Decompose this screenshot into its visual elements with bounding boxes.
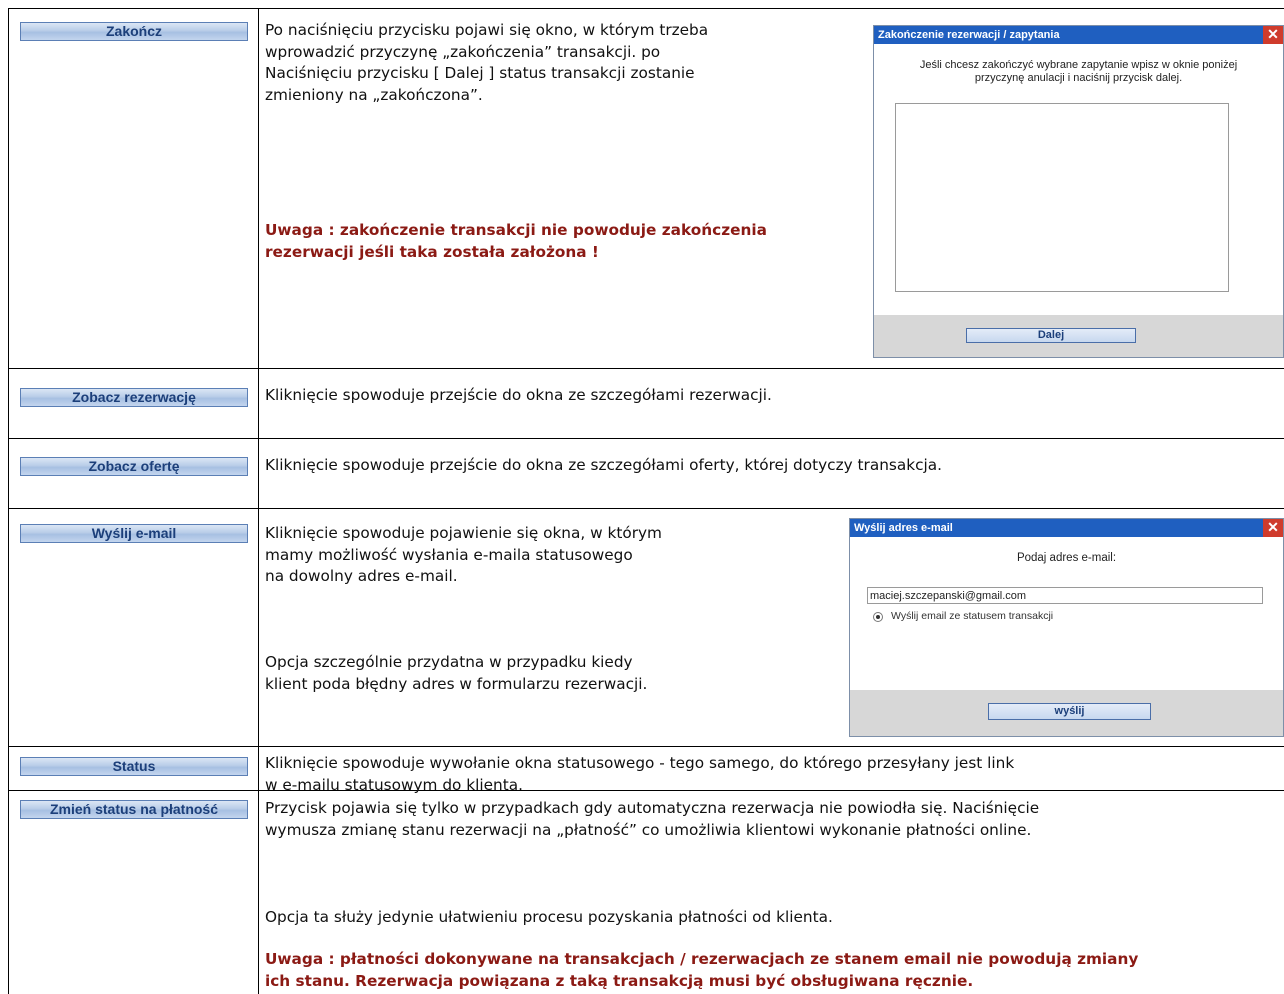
close-icon[interactable]: ✕ (1263, 519, 1283, 537)
row-divider (8, 438, 1284, 439)
view-reservation-description: Kliknięcie spowoduje przejście do okna z… (265, 386, 772, 404)
send-email-description-2: Opcja szczególnie przydatna w przypadku … (265, 653, 648, 693)
status-button[interactable]: Status (20, 757, 248, 776)
send-button[interactable]: wyślij (988, 703, 1151, 720)
row-divider (8, 368, 1284, 369)
change-status-description-2: Opcja ta służy jedynie ułatwieniu proces… (265, 908, 833, 926)
radio-dot (876, 615, 880, 619)
dialog-title: Zakończenie rezerwacji / zapytania (878, 29, 1060, 41)
row-divider (8, 746, 1284, 747)
end-transaction-button[interactable]: Zakończ (20, 22, 248, 41)
view-offer-description: Kliknięcie spowoduje przejście do okna z… (265, 456, 942, 474)
dialog-prompt: Jeśli chcesz zakończyć wybrane zapytanie… (919, 59, 1238, 84)
change-status-to-payment-button[interactable]: Zmień status na płatność (20, 800, 248, 819)
dialog-titlebar: Zakończenie rezerwacji / zapytania ✕ (874, 26, 1283, 44)
change-status-description: Przycisk pojawia się tylko w przypadkach… (265, 799, 1040, 839)
change-status-warning: Uwaga : płatności dokonywane na transakc… (265, 950, 1139, 990)
email-input[interactable]: maciej.szczepanski@gmail.com (867, 587, 1263, 604)
radio-label: Wyślij email ze statusem transakcji (891, 610, 1054, 622)
close-icon[interactable]: ✕ (1263, 26, 1283, 44)
send-email-button[interactable]: Wyślij e-mail (20, 524, 248, 543)
column-divider (258, 8, 259, 994)
end-transaction-description: Po naciśnięciu przycisku pojawi się okno… (265, 21, 709, 104)
view-offer-button[interactable]: Zobacz ofertę (20, 457, 248, 476)
table-left-border (8, 8, 9, 994)
send-email-dialog: Wyślij adres e-mail ✕ Podaj adres e-mail… (849, 518, 1284, 737)
send-email-description: Kliknięcie spowoduje pojawienie się okna… (265, 524, 662, 585)
dialog-titlebar: Wyślij adres e-mail ✕ (850, 519, 1283, 537)
table-top-border (8, 8, 1284, 9)
dialog-title: Wyślij adres e-mail (854, 522, 953, 534)
row-divider (8, 508, 1284, 509)
next-button[interactable]: Dalej (966, 328, 1136, 343)
status-description: Kliknięcie spowoduje wywołanie okna stat… (265, 754, 1015, 794)
email-prompt: Podaj adres e-mail: (1016, 552, 1117, 564)
reason-textarea[interactable] (895, 103, 1229, 292)
end-transaction-warning: Uwaga : zakończenie transakcji nie powod… (265, 221, 767, 261)
dialog-footer: Dalej (874, 315, 1283, 357)
status-email-radio[interactable] (873, 612, 883, 622)
view-reservation-button[interactable]: Zobacz rezerwację (20, 388, 248, 407)
dialog-footer: wyślij (850, 690, 1283, 736)
end-reservation-dialog: Zakończenie rezerwacji / zapytania ✕ Jeś… (873, 25, 1284, 358)
